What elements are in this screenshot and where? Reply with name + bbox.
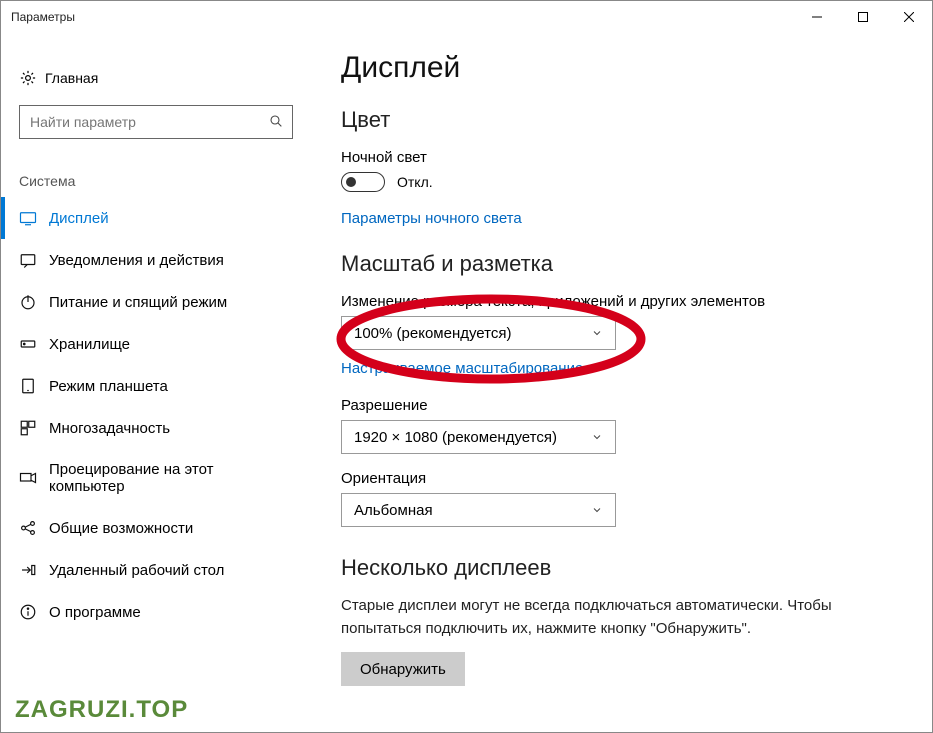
scale-dropdown[interactable]: 100% (рекомендуется) [341,316,616,350]
orientation-dropdown[interactable]: Альбомная [341,493,616,527]
window-title: Параметры [11,10,75,24]
chevron-down-icon [591,327,603,339]
search-box[interactable] [19,105,293,139]
sidebar-item-label: Режим планшета [49,378,168,395]
multi-display-text: Старые дисплеи могут не всегда подключат… [341,595,902,640]
search-icon [268,113,284,132]
main-panel: Дисплей Цвет Ночной свет Откл. Параметры… [311,33,932,732]
orientation-label: Ориентация [341,470,902,487]
page-title: Дисплей [341,51,902,85]
sidebar-item-label: Уведомления и действия [49,252,224,269]
shared-icon [19,519,49,537]
multitask-icon [19,419,49,437]
section-system-heading: Система [1,139,311,197]
chevron-down-icon [591,431,603,443]
night-light-label: Ночной свет [341,149,902,166]
detect-button[interactable]: Обнаружить [341,652,465,686]
watermark: ZAGRUZI.TOP [15,696,188,724]
resolution-label: Разрешение [341,397,902,414]
titlebar: Параметры [1,1,932,33]
maximize-button[interactable] [840,1,886,33]
sidebar-item-power[interactable]: Питание и спящий режим [1,281,311,323]
sidebar-item-label: Многозадачность [49,420,170,437]
sidebar-item-label: Хранилище [49,336,130,353]
sidebar-item-label: Питание и спящий режим [49,294,227,311]
sidebar-item-about[interactable]: О программе [1,591,311,633]
display-icon [19,209,49,227]
sidebar: Главная Система Дисплей Уведомления и де… [1,33,311,732]
custom-scale-link[interactable]: Настраиваемое масштабирование [341,360,583,377]
sidebar-item-label: Общие возможности [49,520,193,537]
night-light-toggle[interactable] [341,172,385,192]
toggle-state-text: Откл. [397,174,433,190]
window-controls [794,1,932,33]
sidebar-item-display[interactable]: Дисплей [1,197,311,239]
project-icon [19,469,49,487]
sidebar-item-label: Проецирование на этот компьютер [49,461,293,495]
notifications-icon [19,251,49,269]
sidebar-item-project[interactable]: Проецирование на этот компьютер [1,449,311,507]
sidebar-item-notifications[interactable]: Уведомления и действия [1,239,311,281]
section-scale-heading: Масштаб и разметка [341,251,902,277]
sidebar-item-multitask[interactable]: Многозадачность [1,407,311,449]
section-multi-heading: Несколько дисплеев [341,555,902,581]
scale-label: Изменение размера текста, приложений и д… [341,293,902,310]
sidebar-item-storage[interactable]: Хранилище [1,323,311,365]
sidebar-item-label: Дисплей [49,210,109,227]
sidebar-item-remote[interactable]: Удаленный рабочий стол [1,549,311,591]
section-color-heading: Цвет [341,107,902,133]
chevron-down-icon [591,504,603,516]
resolution-dropdown[interactable]: 1920 × 1080 (рекомендуется) [341,420,616,454]
tablet-icon [19,377,49,395]
sidebar-item-label: О программе [49,604,141,621]
sidebar-item-tablet[interactable]: Режим планшета [1,365,311,407]
scale-value: 100% (рекомендуется) [354,325,511,342]
search-input[interactable] [28,113,268,131]
power-icon [19,293,49,311]
storage-icon [19,335,49,353]
sidebar-item-label: Удаленный рабочий стол [49,562,224,579]
remote-icon [19,561,49,579]
home-label: Главная [45,70,98,86]
gear-icon [19,69,45,87]
home-link[interactable]: Главная [1,61,311,97]
close-button[interactable] [886,1,932,33]
night-light-settings-link[interactable]: Параметры ночного света [341,210,522,227]
orientation-value: Альбомная [354,502,433,519]
info-icon [19,603,49,621]
minimize-button[interactable] [794,1,840,33]
resolution-value: 1920 × 1080 (рекомендуется) [354,429,557,446]
sidebar-item-shared[interactable]: Общие возможности [1,507,311,549]
